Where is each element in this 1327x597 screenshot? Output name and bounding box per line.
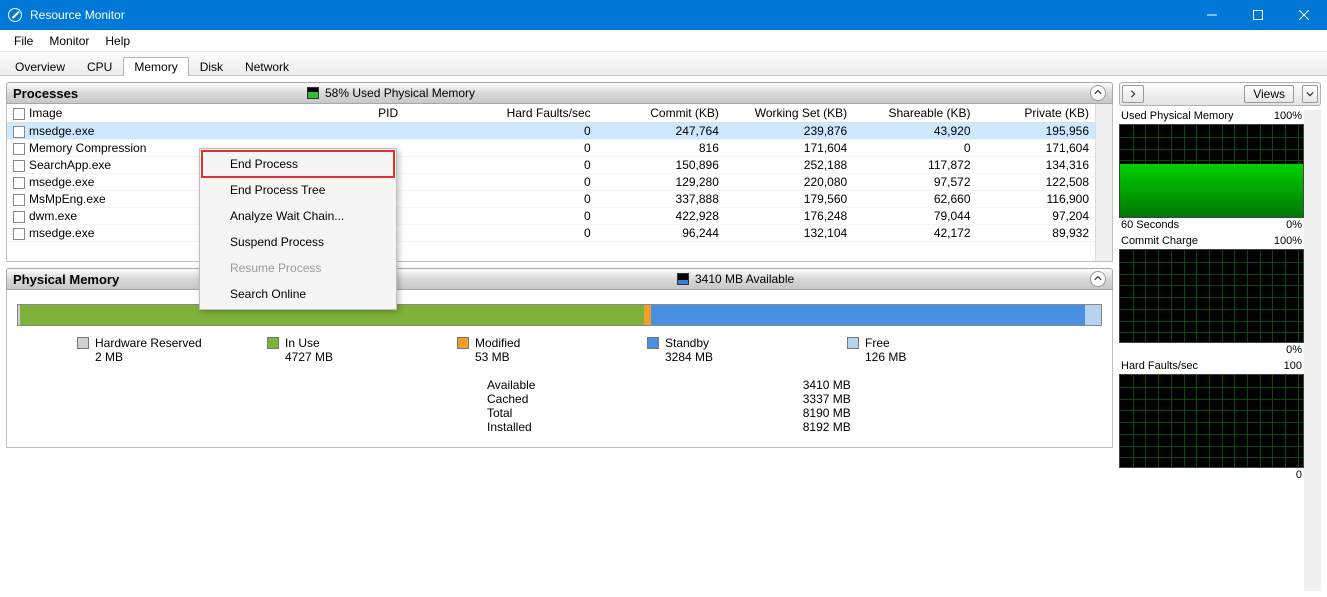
physical-memory-body: Hardware Reserved2 MB In Use4727 MB Modifi… <box>6 290 1113 448</box>
close-button[interactable] <box>1281 0 1327 30</box>
row-checkbox[interactable] <box>13 194 25 206</box>
processes-table: Image PID Hard Faults/sec Commit (KB) Wo… <box>7 104 1095 242</box>
col-hf[interactable]: Hard Faults/sec <box>434 104 597 123</box>
tab-disk[interactable]: Disk <box>189 57 234 76</box>
select-all-checkbox[interactable] <box>13 108 25 120</box>
memory-bar <box>17 304 1102 326</box>
graph-max: 100% <box>1274 110 1302 122</box>
legend-item: Standby3284 MB <box>647 336 713 364</box>
sidebar-scrollbar[interactable] <box>1304 110 1321 591</box>
graph-title: Hard Faults/sec <box>1121 360 1198 372</box>
stat-key: Cached <box>487 392 787 406</box>
graph-max: 100% <box>1274 235 1302 247</box>
legend-item: Modified53 MB <box>457 336 520 364</box>
stat-value: 3337 MB <box>803 392 1102 406</box>
physical-memory-subtitle: 3410 MB Available <box>695 272 794 286</box>
col-ws[interactable]: Working Set (KB) <box>725 104 853 123</box>
collapse-physmem-button[interactable] <box>1090 271 1106 287</box>
row-checkbox[interactable] <box>13 177 25 189</box>
processes-header[interactable]: Processes 58% Used Physical Memory <box>6 82 1113 104</box>
menu-file[interactable]: File <box>6 32 41 50</box>
col-image[interactable]: Image <box>7 104 372 123</box>
memory-indicator-icon <box>307 87 319 99</box>
titlebar: Resource Monitor <box>0 0 1327 30</box>
stat-key: Total <box>487 406 787 420</box>
context-menu-item[interactable]: Suspend Process <box>202 229 394 255</box>
minimize-button[interactable] <box>1189 0 1235 30</box>
graph-max: 100 <box>1284 360 1302 372</box>
menu-monitor[interactable]: Monitor <box>41 32 97 50</box>
table-row[interactable]: msedge.exe096,244132,10442,17289,932 <box>7 225 1095 242</box>
processes-table-wrap: Image PID Hard Faults/sec Commit (KB) Wo… <box>6 104 1113 262</box>
legend-item: Free126 MB <box>847 336 906 364</box>
memory-bar-segment <box>644 305 652 325</box>
menubar: File Monitor Help <box>0 30 1327 52</box>
physical-memory-title: Physical Memory <box>13 272 119 287</box>
row-checkbox[interactable] <box>13 228 25 240</box>
context-menu-item[interactable]: End Process Tree <box>202 177 394 203</box>
physical-memory-header[interactable]: Physical Memory 3410 MB Available <box>6 268 1113 290</box>
row-checkbox[interactable] <box>13 143 25 155</box>
tabbar: Overview CPU Memory Disk Network <box>0 52 1327 76</box>
graph-canvas <box>1119 374 1304 468</box>
table-row[interactable]: SearchApp.exe0150,896252,188117,872134,3… <box>7 157 1095 174</box>
table-row[interactable]: dwm.exe0422,928176,24879,04497,204 <box>7 208 1095 225</box>
graph-title: Used Physical Memory <box>1121 110 1233 122</box>
tab-network[interactable]: Network <box>234 57 300 76</box>
stat-key: Available <box>487 378 787 392</box>
app-icon <box>8 8 22 22</box>
table-row[interactable]: msedge.exe0247,764239,87643,920195,956 <box>7 123 1095 140</box>
legend-item: In Use4727 MB <box>267 336 333 364</box>
row-checkbox[interactable] <box>13 211 25 223</box>
row-checkbox[interactable] <box>13 126 25 138</box>
memory-bar-segment <box>651 305 1084 325</box>
col-pr[interactable]: Private (KB) <box>977 104 1095 123</box>
context-menu: End ProcessEnd Process TreeAnalyze Wait … <box>199 148 397 310</box>
table-row[interactable]: Memory Compression0816171,6040171,604 <box>7 140 1095 157</box>
graph-title: Commit Charge <box>1121 235 1198 247</box>
processes-scrollbar[interactable] <box>1095 104 1112 261</box>
col-pid[interactable]: PID <box>372 104 434 123</box>
context-menu-item[interactable]: Analyze Wait Chain... <box>202 203 394 229</box>
tab-memory[interactable]: Memory <box>123 57 188 76</box>
stat-value: 8190 MB <box>803 406 1102 420</box>
table-row[interactable]: MsMpEng.exe0337,888179,56062,660116,900 <box>7 191 1095 208</box>
side-toolbar: Views <box>1119 82 1321 106</box>
graph-foot-right: 0 <box>1296 469 1302 481</box>
side-nav-button[interactable] <box>1122 85 1144 103</box>
graph-block: Used Physical Memory 100% 60 Seconds 0% <box>1119 110 1304 231</box>
views-dropdown-button[interactable] <box>1302 85 1318 103</box>
tab-cpu[interactable]: CPU <box>76 57 123 76</box>
tab-overview[interactable]: Overview <box>4 57 76 76</box>
collapse-processes-button[interactable] <box>1090 85 1106 101</box>
maximize-button[interactable] <box>1235 0 1281 30</box>
available-indicator-icon <box>677 273 689 285</box>
graph-foot-right: 0% <box>1286 219 1302 231</box>
context-menu-item[interactable]: Search Online <box>202 281 394 307</box>
graph-foot-right: 0% <box>1286 344 1302 356</box>
views-button[interactable]: Views <box>1244 85 1294 103</box>
stat-value: 8192 MB <box>803 420 1102 434</box>
context-menu-item[interactable]: End Process <box>202 151 394 177</box>
graph-block: Commit Charge 100% 0% <box>1119 235 1304 356</box>
memory-bar-segment <box>1085 305 1101 325</box>
graph-block: Hard Faults/sec 100 0 <box>1119 360 1304 481</box>
graph-canvas <box>1119 249 1304 343</box>
col-commit[interactable]: Commit (KB) <box>597 104 725 123</box>
graph-foot-left: 60 Seconds <box>1121 219 1179 231</box>
processes-title: Processes <box>13 86 78 101</box>
table-row[interactable]: msedge.exe0129,280220,08097,572122,508 <box>7 174 1095 191</box>
stat-value: 3410 MB <box>803 378 1102 392</box>
legend-item: Hardware Reserved2 MB <box>77 336 202 364</box>
context-menu-item: Resume Process <box>202 255 394 281</box>
col-sh[interactable]: Shareable (KB) <box>853 104 976 123</box>
row-checkbox[interactable] <box>13 160 25 172</box>
graph-canvas <box>1119 124 1304 218</box>
stat-key: Installed <box>487 420 787 434</box>
processes-subtitle: 58% Used Physical Memory <box>325 86 475 100</box>
menu-help[interactable]: Help <box>97 32 138 50</box>
window-title: Resource Monitor <box>30 8 125 22</box>
